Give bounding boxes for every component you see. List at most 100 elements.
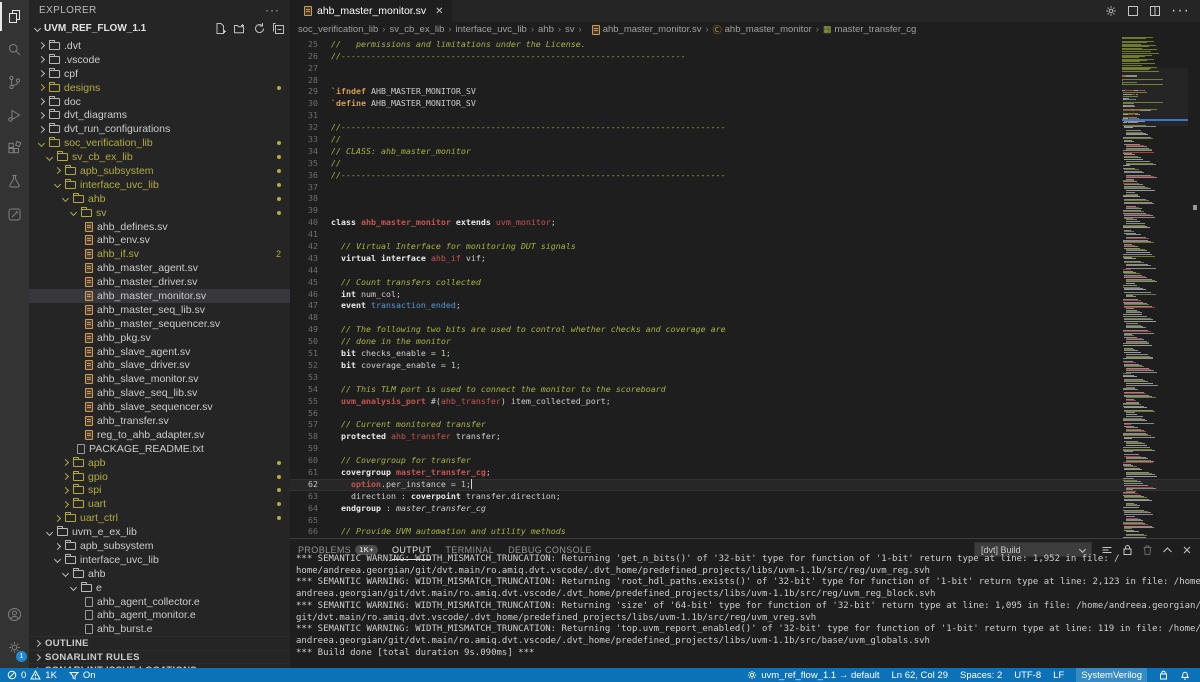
folder-icon — [49, 139, 60, 147]
tree-item-ahb-master-seq-lib-sv[interactable]: ahb_master_seq_lib.sv — [29, 303, 290, 317]
breadcrumb-item-master-transfer-cg[interactable]: ▦master_transfer_cg — [823, 24, 916, 35]
breadcrumb-item-soc-verification-lib[interactable]: soc_verification_lib — [298, 24, 378, 35]
tree-item-gpio[interactable]: gpio — [29, 470, 290, 484]
new-folder-icon[interactable] — [234, 23, 246, 34]
tree-item-ahb-defines-sv[interactable]: ahb_defines.sv — [29, 220, 290, 234]
split-editor-icon[interactable] — [1149, 5, 1161, 17]
breadcrumb-item-ahb[interactable]: ahb — [538, 24, 554, 35]
tree-item-designs[interactable]: designs — [29, 81, 290, 95]
minimap[interactable] — [1122, 37, 1188, 538]
eol-status[interactable]: LF — [1053, 670, 1064, 681]
cursor-position[interactable]: Ln 62, Col 29 — [891, 670, 948, 681]
tree-item-uart[interactable]: uart — [29, 497, 290, 511]
minimap-viewport[interactable] — [1122, 68, 1188, 126]
tab-ahb-master-monitor[interactable]: ahb_master_monitor.sv ✕ — [290, 0, 452, 22]
breadcrumb-item-sv[interactable]: sv — [565, 24, 575, 35]
text-cursor — [471, 479, 472, 489]
search-icon[interactable] — [0, 33, 29, 66]
encoding-status[interactable]: UTF-8 — [1014, 670, 1041, 681]
tree-item-dvt-diagrams[interactable]: dvt_diagrams — [29, 108, 290, 122]
tree-item-ahb-slave-driver-sv[interactable]: ahb_slave_driver.sv — [29, 358, 290, 372]
close-tab-icon[interactable]: ✕ — [435, 6, 443, 17]
run-settings-icon[interactable] — [1105, 5, 1117, 17]
account-icon[interactable] — [0, 598, 29, 631]
maximize-panel-icon[interactable] — [1162, 546, 1173, 554]
tree-item-reg-to-ahb-adapter-sv[interactable]: reg_to_ahb_adapter.sv — [29, 428, 290, 442]
tree-item-ahb-slave-agent-sv[interactable]: ahb_slave_agent.sv — [29, 345, 290, 359]
dvt-tool-icon[interactable] — [0, 198, 29, 231]
close-panel-icon[interactable] — [1182, 545, 1192, 555]
problems-status[interactable]: 0 1K — [7, 670, 57, 681]
tree-item-label: e — [96, 582, 102, 594]
collapse-all-icon[interactable] — [273, 23, 284, 34]
code-editor[interactable]: 24// See the License for the specific la… — [290, 37, 1200, 538]
sidebar-more-actions-icon[interactable]: ··· — [265, 3, 280, 17]
tree-item-apb-subsystem[interactable]: apb_subsystem — [29, 539, 290, 553]
extensions-icon[interactable] — [0, 132, 29, 165]
tree-item-ahb-master-monitor-sv[interactable]: ahb_master_monitor.sv — [29, 289, 290, 303]
code-line: 47 event transaction_ended; — [290, 300, 1200, 312]
tree-item-uvm-e-ex-lib[interactable]: uvm_e_ex_lib — [29, 525, 290, 539]
tree-item-ahb-burst-e[interactable]: ahb_burst.e — [29, 622, 290, 636]
tree-item-ahb-agent-collector-e[interactable]: ahb_agent_collector.e — [29, 595, 290, 609]
tree-item-soc-verification-lib[interactable]: soc_verification_lib — [29, 136, 290, 150]
tree-item-dvt-run-configurations[interactable]: dvt_run_configurations — [29, 122, 290, 136]
more-actions-icon[interactable]: ··· — [1171, 2, 1190, 20]
tree-item-ahb-slave-seq-lib-sv[interactable]: ahb_slave_seq_lib.sv — [29, 386, 290, 400]
indentation-status[interactable]: Spaces: 2 — [960, 670, 1002, 681]
tree-item-ahb[interactable]: ahb — [29, 567, 290, 581]
tree-item-ahb-master-sequencer-sv[interactable]: ahb_master_sequencer.sv — [29, 317, 290, 331]
tree-item-ahb-slave-sequencer-sv[interactable]: ahb_slave_sequencer.sv — [29, 400, 290, 414]
refresh-icon[interactable] — [254, 23, 265, 34]
tree-item-ahb-transfer-sv[interactable]: ahb_transfer.sv — [29, 414, 290, 428]
run-debug-icon[interactable] — [0, 99, 29, 132]
trash-icon[interactable] — [1142, 544, 1153, 556]
tree-item-ahb-if-sv[interactable]: ahb_if.sv2 — [29, 247, 290, 261]
notifications-bell-icon[interactable] — [1180, 670, 1190, 680]
tree-item-apb-subsystem[interactable]: apb_subsystem — [29, 164, 290, 178]
project-root-row[interactable]: UVM_REF_FLOW_1.1 — [29, 20, 290, 36]
tree-item-uart-ctrl[interactable]: uart_ctrl — [29, 511, 290, 525]
testing-icon[interactable] — [0, 165, 29, 198]
tree-item-e[interactable]: e — [29, 581, 290, 595]
tree-item-doc[interactable]: doc — [29, 95, 290, 109]
code-line: 39 — [290, 205, 1200, 217]
editor-scrollbar[interactable] — [1190, 37, 1200, 538]
tree-item-ahb-master-driver-sv[interactable]: ahb_master_driver.sv — [29, 275, 290, 289]
section-sonarlint-rules[interactable]: SONARLINT RULES — [29, 650, 290, 664]
tree-item-ahb[interactable]: ahb — [29, 192, 290, 206]
explorer-icon[interactable] — [0, 0, 29, 33]
modified-dot — [277, 169, 281, 173]
breadcrumb-item-interface-uvc-lib[interactable]: interface_uvc_lib — [456, 24, 527, 35]
sv-file-icon — [85, 222, 93, 232]
tree-item-apb[interactable]: apb — [29, 456, 290, 470]
language-mode[interactable]: SystemVerilog — [1076, 668, 1147, 682]
tree-item-dvt[interactable]: .dvt — [29, 39, 290, 53]
settings-gear-icon[interactable]: 1 — [0, 631, 29, 664]
tree-item-ahb-master-agent-sv[interactable]: ahb_master_agent.sv — [29, 261, 290, 275]
breadcrumb-item-ahb-master-monitor-sv[interactable]: ahb_master_monitor.sv — [586, 24, 702, 35]
source-control-icon[interactable] — [0, 66, 29, 99]
tree-item-sv-cb-ex-lib[interactable]: sv_cb_ex_lib — [29, 150, 290, 164]
tree-item-ahb-env-sv[interactable]: ahb_env.sv — [29, 233, 290, 247]
tree-item-ahb-pkg-sv[interactable]: ahb_pkg.sv — [29, 331, 290, 345]
tree-item-interface-uvc-lib[interactable]: interface_uvc_lib — [29, 553, 290, 567]
tree-item-label: ahb_transfer.sv — [97, 415, 169, 427]
tree-item-interface-uvc-lib[interactable]: interface_uvc_lib — [29, 178, 290, 192]
tree-item-cpf[interactable]: cpf — [29, 67, 290, 81]
tree-item-ahb-slave-monitor-sv[interactable]: ahb_slave_monitor.sv — [29, 372, 290, 386]
layout-icon[interactable] — [1127, 5, 1139, 17]
tree-item-ahb-agent-monitor-e[interactable]: ahb_agent_monitor.e — [29, 609, 290, 623]
lock-autoscroll-icon[interactable] — [1122, 544, 1133, 556]
new-file-icon[interactable] — [215, 23, 226, 34]
breadcrumb-item-ahb-master-monitor[interactable]: Ⓒahb_master_monitor — [713, 23, 812, 36]
dvt-project-status[interactable]: uvm_ref_flow_1.1 → default — [747, 670, 879, 681]
tree-item-vscode[interactable]: .vscode — [29, 53, 290, 67]
breadcrumb-item-sv-cb-ex-lib[interactable]: sv_cb_ex_lib — [389, 24, 444, 35]
tree-item-sv[interactable]: sv — [29, 206, 290, 220]
tree-item-package-readme-txt[interactable]: PACKAGE_README.txt — [29, 442, 290, 456]
tree-item-spi[interactable]: spi — [29, 484, 290, 498]
section-outline[interactable]: OUTLINE — [29, 636, 290, 650]
filter-status[interactable]: On — [69, 670, 96, 681]
lock-icon[interactable] — [1159, 670, 1168, 680]
